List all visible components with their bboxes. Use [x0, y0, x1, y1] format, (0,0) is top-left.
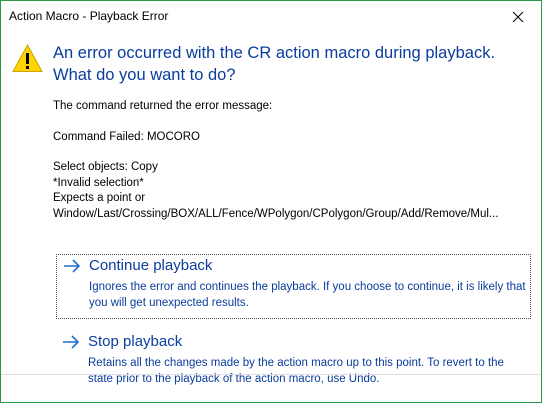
dialog-window: Action Macro - Playback Error An error o…: [0, 0, 542, 403]
close-icon: [512, 11, 524, 22]
content-text: The command returned the error message: …: [53, 99, 533, 222]
continue-playback-title: Continue playback: [89, 257, 213, 274]
arrow-right-icon: [64, 259, 81, 273]
arrow-right-icon: [63, 335, 80, 349]
error-command: Command Failed: MOCORO: [53, 130, 200, 143]
footer-divider: [1, 374, 541, 375]
stop-playback-button[interactable]: Stop playback Retains all the changes ma…: [56, 331, 531, 391]
continue-playback-button[interactable]: Continue playback Ignores the error and …: [56, 254, 531, 319]
stop-playback-description: Retains all the changes made by the acti…: [88, 357, 504, 385]
error-intro: The command returned the error message:: [53, 100, 273, 112]
window-title: Action Macro - Playback Error: [9, 9, 169, 23]
warning-icon: [12, 44, 43, 72]
stop-playback-title: Stop playback: [88, 333, 183, 350]
close-button[interactable]: [495, 1, 541, 32]
error-detail-line: Window/Last/Crossing/BOX/ALL/Fence/WPoly…: [53, 207, 499, 220]
error-detail-line: *Invalid selection*: [53, 176, 144, 189]
error-detail-line: Expects a point or: [53, 192, 146, 204]
main-instruction: An error occurred with the CR action mac…: [53, 44, 496, 84]
continue-playback-description: Ignores the error and continues the play…: [89, 281, 526, 309]
title-bar[interactable]: Action Macro - Playback Error: [1, 1, 541, 32]
error-detail-line: Select objects: Copy: [53, 161, 158, 173]
